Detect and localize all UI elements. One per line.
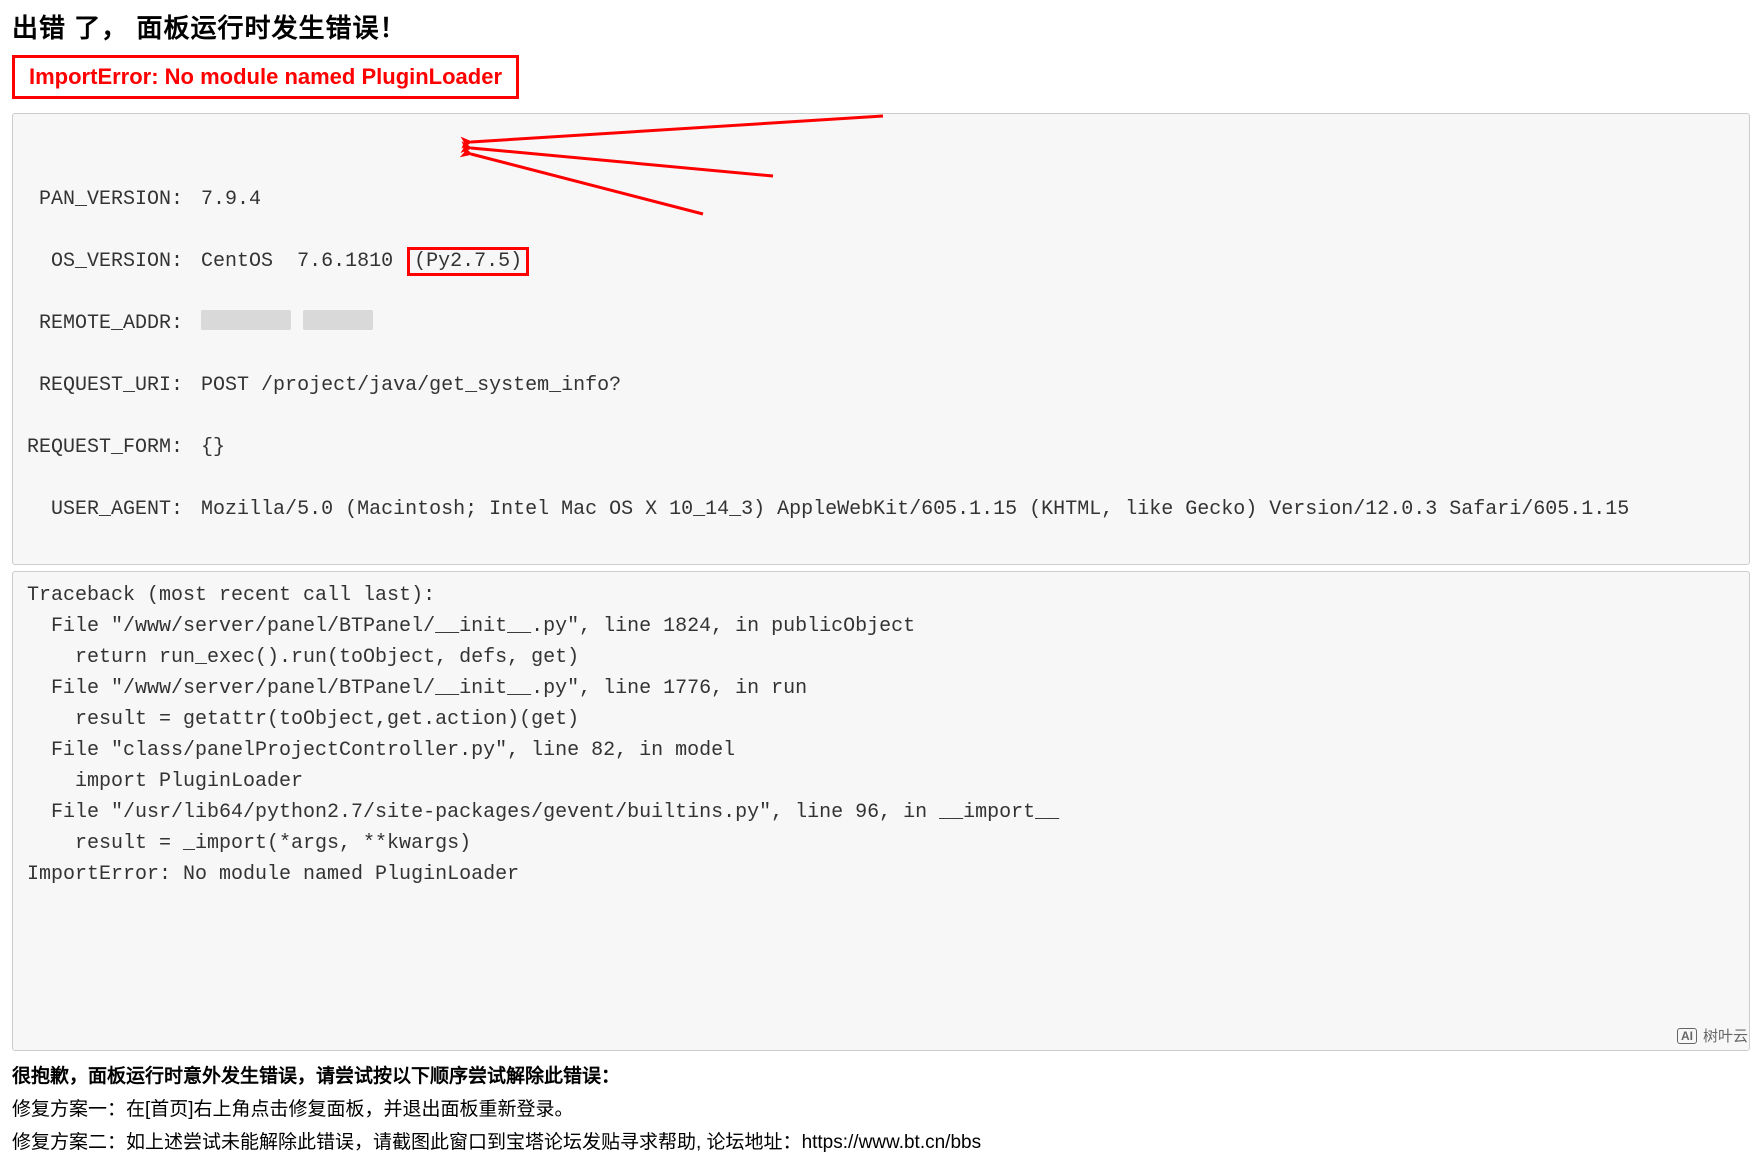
error-summary-box: ImportError: No module named PluginLoade…	[12, 55, 519, 99]
page-title: 出错 了， 面板运行时发生错误！	[12, 8, 1750, 45]
redacted-ip-1	[201, 310, 291, 330]
os-version-label: OS_VERSION:	[27, 246, 189, 277]
remote-addr-label: REMOTE_ADDR:	[27, 308, 189, 339]
python-version-highlight: (Py2.7.5)	[407, 247, 529, 276]
watermark-text: 树叶云	[1703, 1025, 1748, 1046]
os-version-line: OS_VERSION: CentOS 7.6.1810 (Py2.7.5)	[27, 246, 1735, 277]
user-agent-value: Mozilla/5.0 (Macintosh; Intel Mac OS X 1…	[201, 498, 1629, 521]
forum-url[interactable]: https://www.bt.cn/bbs	[802, 1132, 982, 1153]
fix-option-1: 修复方案一：在[首页]右上角点击修复面板，并退出面板重新登录。	[12, 1094, 1750, 1121]
os-version-value: CentOS 7.6.1810	[201, 250, 393, 273]
pan-version-label: PAN_VERSION:	[27, 184, 189, 215]
traceback-panel: Traceback (most recent call last): File …	[12, 571, 1750, 1051]
request-form-label: REQUEST_FORM:	[27, 432, 189, 463]
user-agent-label: USER_AGENT:	[27, 494, 189, 525]
request-uri-value: POST /project/java/get_system_info?	[201, 374, 621, 397]
fix-option-2: 修复方案二：如上述尝试未能解除此错误，请截图此窗口到宝塔论坛发贴寻求帮助, 论坛…	[12, 1127, 1750, 1154]
request-uri-line: REQUEST_URI: POST /project/java/get_syst…	[27, 370, 1735, 401]
request-form-value: {}	[201, 436, 225, 459]
remote-addr-line: REMOTE_ADDR:	[27, 308, 1735, 339]
request-info-panel: PAN_VERSION: 7.9.4 OS_VERSION: CentOS 7.…	[12, 113, 1750, 565]
redacted-ip-2	[303, 310, 373, 330]
fix-option-2-text: 修复方案二：如上述尝试未能解除此错误，请截图此窗口到宝塔论坛发贴寻求帮助, 论坛…	[12, 1132, 802, 1153]
watermark-badge: AI	[1677, 1028, 1697, 1044]
pan-version-value: 7.9.4	[201, 188, 261, 211]
pan-version-line: PAN_VERSION: 7.9.4	[27, 184, 1735, 215]
request-form-line: REQUEST_FORM: {}	[27, 432, 1735, 463]
watermark: AI 树叶云	[1677, 1025, 1748, 1046]
user-agent-line: USER_AGENT: Mozilla/5.0 (Macintosh; Inte…	[27, 494, 1735, 525]
apology-text: 很抱歉，面板运行时意外发生错误，请尝试按以下顺序尝试解除此错误：	[12, 1061, 1750, 1088]
request-uri-label: REQUEST_URI:	[27, 370, 189, 401]
